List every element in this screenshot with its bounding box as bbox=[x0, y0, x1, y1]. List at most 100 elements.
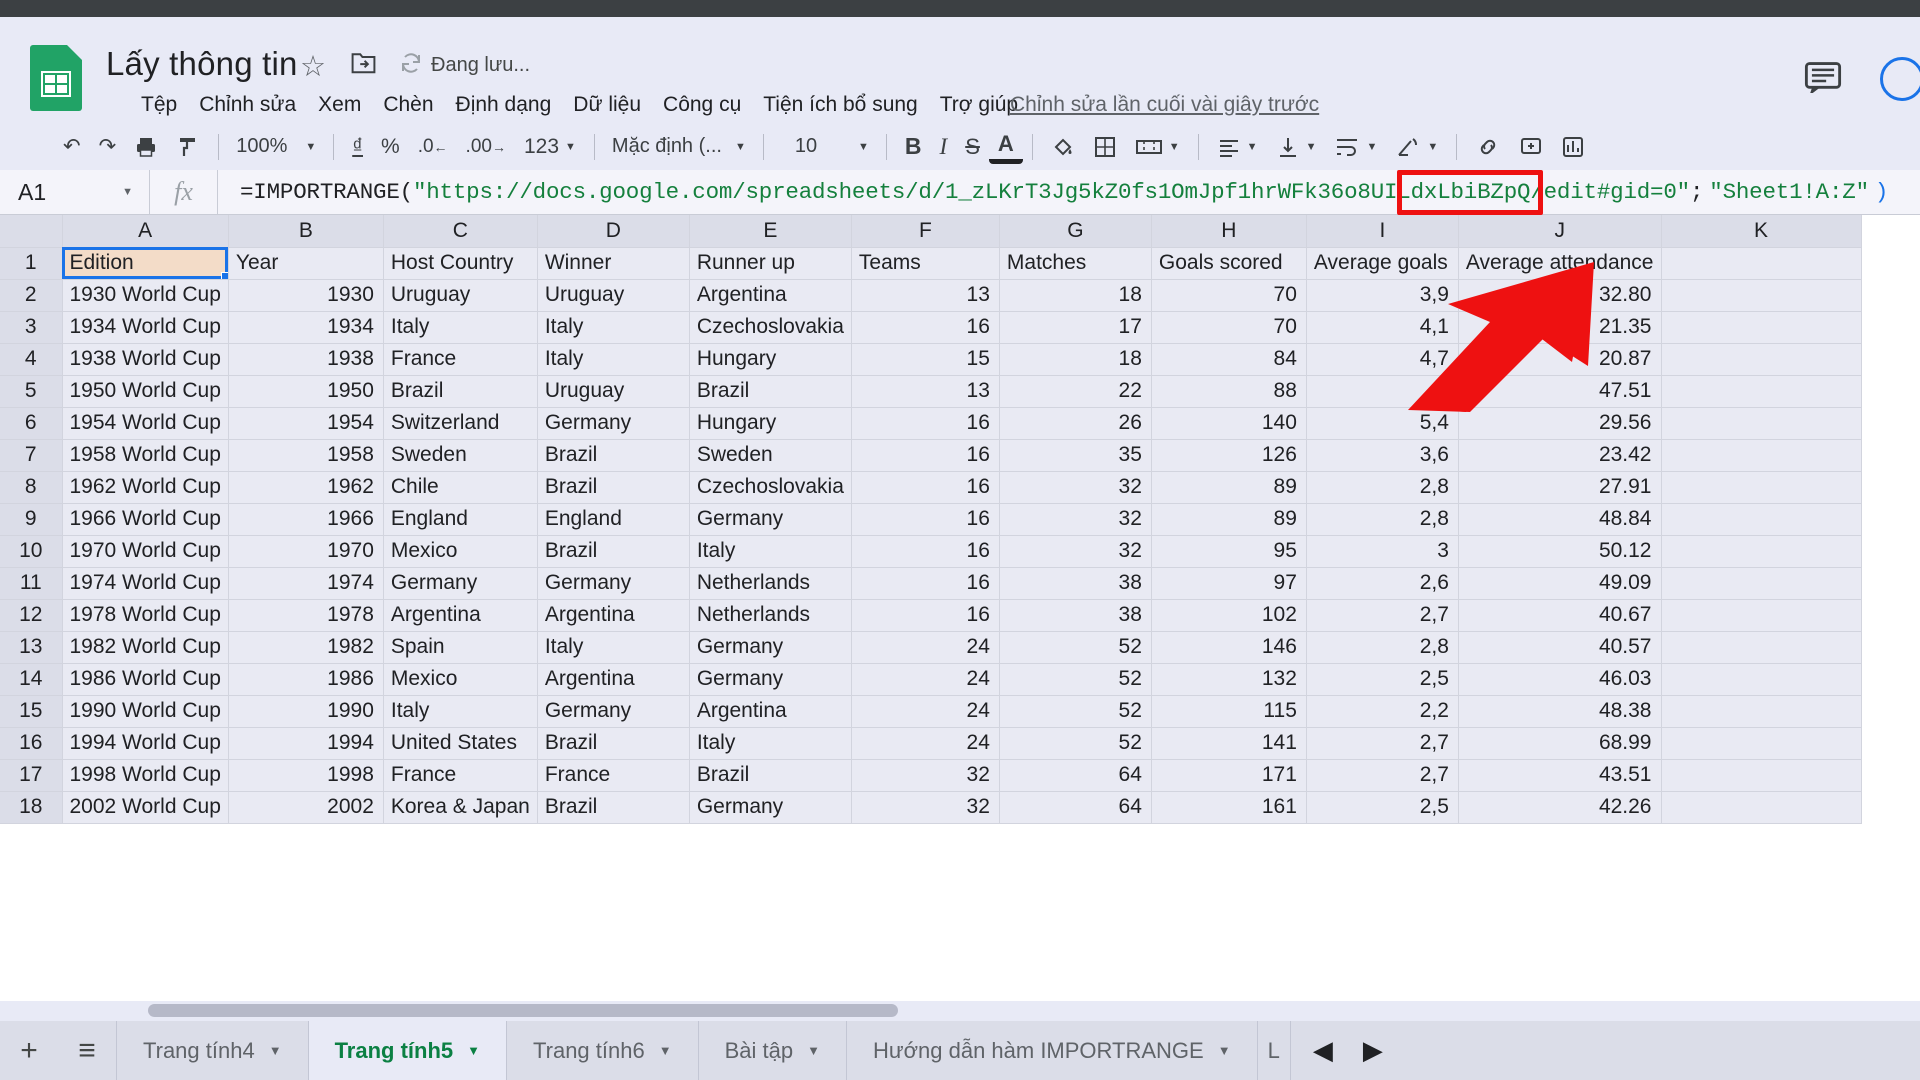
cell-i15[interactable]: 2,2 bbox=[1306, 695, 1459, 728]
cell-e13[interactable]: Germany bbox=[689, 631, 852, 664]
currency-format-button[interactable]: ₫ bbox=[343, 130, 372, 164]
cell-b2[interactable]: 1930 bbox=[228, 279, 384, 312]
cell-k6[interactable] bbox=[1661, 407, 1862, 440]
column-header-e[interactable]: E bbox=[689, 215, 852, 248]
cell-h17[interactable]: 171 bbox=[1151, 759, 1307, 792]
cell-g18[interactable]: 64 bbox=[999, 791, 1152, 824]
cell-i5[interactable]: 4 bbox=[1306, 375, 1459, 408]
column-header-d[interactable]: D bbox=[537, 215, 690, 248]
cell-e5[interactable]: Brazil bbox=[689, 375, 852, 408]
cell-a14[interactable]: 1986 World Cup bbox=[62, 663, 229, 696]
comment-history-icon[interactable] bbox=[1804, 61, 1842, 96]
cell-g15[interactable]: 52 bbox=[999, 695, 1152, 728]
cell-g9[interactable]: 32 bbox=[999, 503, 1152, 536]
chevron-down-icon[interactable]: ▼ bbox=[467, 1043, 480, 1058]
cell-k3[interactable] bbox=[1661, 311, 1862, 344]
cell-j7[interactable]: 23.42 bbox=[1458, 439, 1662, 472]
column-header-i[interactable]: I bbox=[1306, 215, 1459, 248]
chevron-down-icon[interactable]: ▼ bbox=[269, 1043, 282, 1058]
cell-i2[interactable]: 3,9 bbox=[1306, 279, 1459, 312]
cell-k11[interactable] bbox=[1661, 567, 1862, 600]
cell-k2[interactable] bbox=[1661, 279, 1862, 312]
menu-item-view[interactable]: Xem bbox=[307, 91, 372, 119]
row-number[interactable]: 11 bbox=[0, 567, 63, 600]
cell-b9[interactable]: 1966 bbox=[228, 503, 384, 536]
text-color-button[interactable]: A bbox=[988, 130, 1023, 164]
cell-j9[interactable]: 48.84 bbox=[1458, 503, 1662, 536]
cell-g11[interactable]: 38 bbox=[999, 567, 1152, 600]
cell-d8[interactable]: Brazil bbox=[537, 471, 690, 504]
cell-c8[interactable]: Chile bbox=[383, 471, 538, 504]
cell-d14[interactable]: Argentina bbox=[537, 663, 690, 696]
row-number[interactable]: 4 bbox=[0, 343, 63, 376]
cell-d10[interactable]: Brazil bbox=[537, 535, 690, 568]
cell-i14[interactable]: 2,5 bbox=[1306, 663, 1459, 696]
cell-i12[interactable]: 2,7 bbox=[1306, 599, 1459, 632]
menu-item-data[interactable]: Dữ liệu bbox=[562, 91, 652, 119]
percent-format-button[interactable]: % bbox=[372, 130, 409, 164]
cell-f14[interactable]: 24 bbox=[851, 663, 1000, 696]
sheet-tab-trang-tinh6[interactable]: Trang tính6 ▼ bbox=[506, 1021, 698, 1080]
cell-h15[interactable]: 115 bbox=[1151, 695, 1307, 728]
cell-b18[interactable]: 2002 bbox=[228, 791, 384, 824]
row-number[interactable]: 17 bbox=[0, 759, 63, 792]
cell-j4[interactable]: 20.87 bbox=[1458, 343, 1662, 376]
formula-input[interactable]: =IMPORTRANGE("https://docs.google.com/sp… bbox=[218, 170, 1920, 214]
cell-j16[interactable]: 68.99 bbox=[1458, 727, 1662, 760]
cell-b4[interactable]: 1938 bbox=[228, 343, 384, 376]
redo-button[interactable]: ↷ bbox=[90, 130, 126, 164]
all-sheets-button[interactable]: ≡ bbox=[58, 1021, 116, 1080]
cell-e9[interactable]: Germany bbox=[689, 503, 852, 536]
sheet-tab-trang-tinh4[interactable]: Trang tính4 ▼ bbox=[116, 1021, 308, 1080]
row-number[interactable]: 10 bbox=[0, 535, 63, 568]
cell-e3[interactable]: Czechoslovakia bbox=[689, 311, 852, 344]
horizontal-scrollbar[interactable] bbox=[0, 1001, 1920, 1021]
cell-i18[interactable]: 2,5 bbox=[1306, 791, 1459, 824]
cell-i10[interactable]: 3 bbox=[1306, 535, 1459, 568]
cell-c11[interactable]: Germany bbox=[383, 567, 538, 600]
cell-d3[interactable]: Italy bbox=[537, 311, 690, 344]
cell-i8[interactable]: 2,8 bbox=[1306, 471, 1459, 504]
cell-h10[interactable]: 95 bbox=[1151, 535, 1307, 568]
cell-e2[interactable]: Argentina bbox=[689, 279, 852, 312]
cell-f13[interactable]: 24 bbox=[851, 631, 1000, 664]
cell-e18[interactable]: Germany bbox=[689, 791, 852, 824]
cell-c4[interactable]: France bbox=[383, 343, 538, 376]
font-size-select[interactable]: 10 ▼ bbox=[773, 130, 877, 164]
cell-j17[interactable]: 43.51 bbox=[1458, 759, 1662, 792]
cell-a2[interactable]: 1930 World Cup bbox=[62, 279, 229, 312]
row-number[interactable]: 9 bbox=[0, 503, 63, 536]
row-number[interactable]: 12 bbox=[0, 599, 63, 632]
print-icon[interactable] bbox=[125, 130, 167, 164]
cell-f17[interactable]: 32 bbox=[851, 759, 1000, 792]
add-sheet-button[interactable]: + bbox=[0, 1021, 58, 1080]
horizontal-align-icon[interactable]: ▼ bbox=[1208, 130, 1267, 164]
cell-b14[interactable]: 1986 bbox=[228, 663, 384, 696]
cell-e6[interactable]: Hungary bbox=[689, 407, 852, 440]
undo-button[interactable]: ↶ bbox=[54, 130, 90, 164]
menu-item-insert[interactable]: Chèn bbox=[372, 91, 444, 119]
cell-d17[interactable]: France bbox=[537, 759, 690, 792]
cell-e16[interactable]: Italy bbox=[689, 727, 852, 760]
cell-d18[interactable]: Brazil bbox=[537, 791, 690, 824]
cell-k12[interactable] bbox=[1661, 599, 1862, 632]
scroll-tabs-right-button[interactable]: ▶ bbox=[1363, 1035, 1383, 1066]
cell-d12[interactable]: Argentina bbox=[537, 599, 690, 632]
font-family-select[interactable]: Mặc định (... ▼ bbox=[604, 130, 754, 164]
cell-f11[interactable]: 16 bbox=[851, 567, 1000, 600]
merge-cells-icon[interactable]: ▼ bbox=[1126, 130, 1189, 164]
cell-c6[interactable]: Switzerland bbox=[383, 407, 538, 440]
paint-format-icon[interactable] bbox=[167, 130, 209, 164]
cell-h14[interactable]: 132 bbox=[1151, 663, 1307, 696]
cell-g10[interactable]: 32 bbox=[999, 535, 1152, 568]
share-button[interactable] bbox=[1880, 57, 1920, 101]
cell-d13[interactable]: Italy bbox=[537, 631, 690, 664]
cell-h5[interactable]: 88 bbox=[1151, 375, 1307, 408]
cell-h13[interactable]: 146 bbox=[1151, 631, 1307, 664]
column-header-g[interactable]: G bbox=[999, 215, 1152, 248]
bold-button[interactable]: B bbox=[896, 130, 931, 164]
cell-h18[interactable]: 161 bbox=[1151, 791, 1307, 824]
cell-k16[interactable] bbox=[1661, 727, 1862, 760]
cell-g4[interactable]: 18 bbox=[999, 343, 1152, 376]
text-wrap-icon[interactable]: ▼ bbox=[1325, 130, 1386, 164]
